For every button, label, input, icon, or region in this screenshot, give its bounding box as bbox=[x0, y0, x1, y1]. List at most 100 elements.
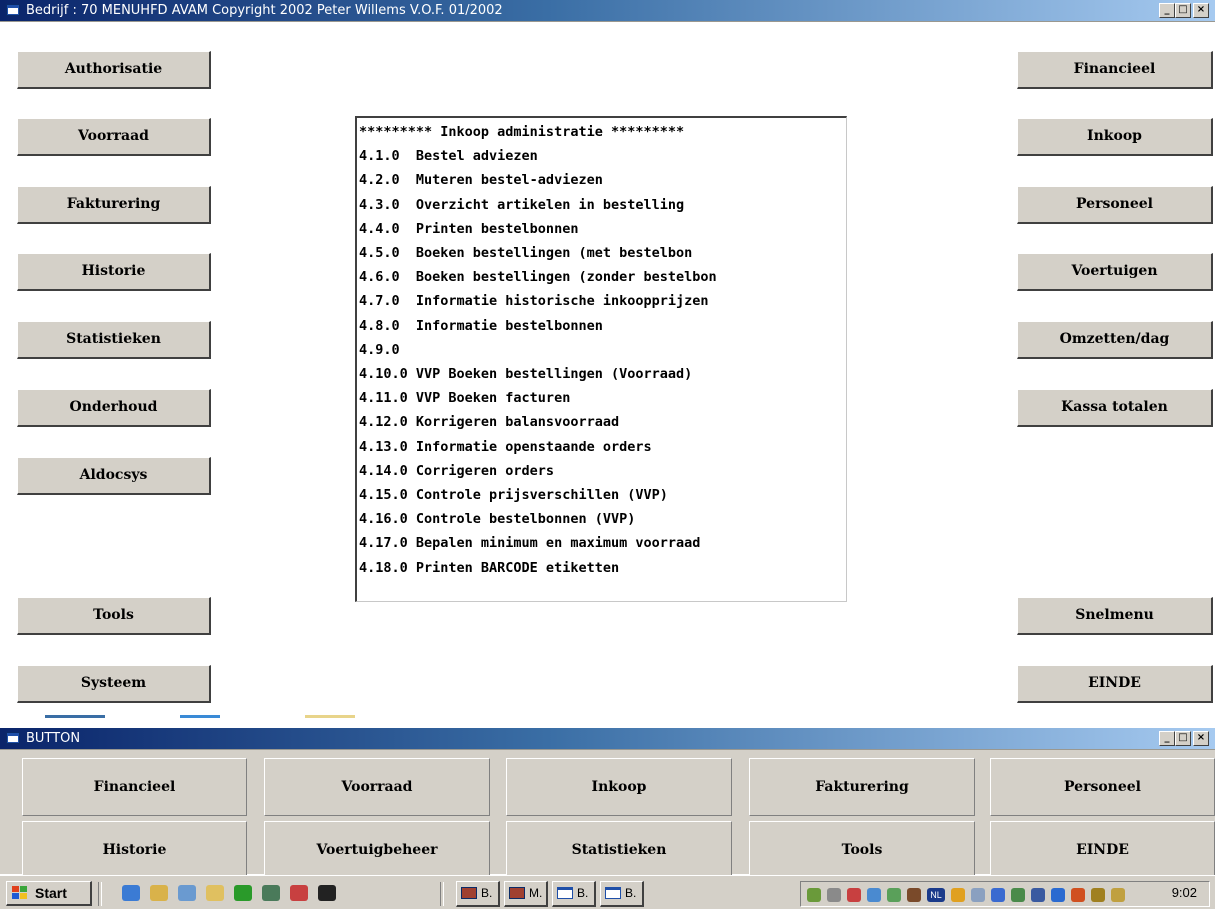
language-indicator[interactable]: NL bbox=[927, 888, 945, 902]
main-title-bar[interactable]: Bedrijf : 70 MENUHFD AVAM Copyright 2002… bbox=[0, 0, 1215, 22]
inkoop-quick-button[interactable]: Inkoop bbox=[506, 758, 732, 816]
tray-icon[interactable] bbox=[807, 888, 821, 902]
task-button-b3[interactable]: B. bbox=[600, 881, 644, 907]
task-button-b2[interactable]: B. bbox=[552, 881, 596, 907]
menu-item-4-5-0[interactable]: 4.5.0 Boeken bestellingen (met bestelbon bbox=[359, 241, 846, 265]
tray-icon[interactable] bbox=[887, 888, 901, 902]
menu-item-4-6-0[interactable]: 4.6.0 Boeken bestellingen (zonder bestel… bbox=[359, 265, 846, 289]
outlook-icon[interactable] bbox=[150, 885, 168, 901]
statistieken-button[interactable]: Statistieken bbox=[17, 321, 211, 359]
avam-task-icon bbox=[461, 887, 477, 899]
network-icon[interactable] bbox=[290, 885, 308, 901]
clock[interactable]: 9:02 bbox=[1172, 885, 1197, 900]
menu-item-4-14-0[interactable]: 4.14.0 Corrigeren orders bbox=[359, 459, 846, 483]
tray-icon[interactable] bbox=[1111, 888, 1125, 902]
button-window-minimize-button[interactable]: _ bbox=[1159, 731, 1175, 746]
window-icon bbox=[6, 4, 20, 16]
personeel-quick-button[interactable]: Personeel bbox=[990, 758, 1215, 816]
menu-item-4-11-0[interactable]: 4.11.0 VVP Boeken facturen bbox=[359, 386, 846, 410]
menu-item-4-9-0[interactable]: 4.9.0 bbox=[359, 338, 846, 362]
menu-item-4-12-0[interactable]: 4.12.0 Korrigeren balansvoorraad bbox=[359, 410, 846, 434]
tray-icon[interactable] bbox=[907, 888, 921, 902]
tray-icon[interactable] bbox=[1051, 888, 1065, 902]
historie-button[interactable]: Historie bbox=[17, 253, 211, 291]
system-tray: NL 9:02 bbox=[800, 881, 1210, 907]
menu-item-4-2-0[interactable]: 4.2.0 Muteren bestel-adviezen bbox=[359, 168, 846, 192]
snelmenu-button[interactable]: Snelmenu bbox=[1017, 597, 1213, 635]
inkoop-button[interactable]: Inkoop bbox=[1017, 118, 1213, 156]
systeem-button[interactable]: Systeem bbox=[17, 665, 211, 703]
avam-task-icon bbox=[509, 887, 525, 899]
close-button[interactable]: × bbox=[1193, 3, 1209, 18]
einde-quick-button[interactable]: EINDE bbox=[990, 821, 1215, 879]
window-task-icon bbox=[605, 887, 621, 899]
tray-icon[interactable] bbox=[1071, 888, 1085, 902]
search-icon[interactable] bbox=[206, 885, 224, 901]
button-window-title-bar[interactable]: BUTTON _ □ × bbox=[0, 728, 1215, 750]
minimize-button[interactable]: _ bbox=[1159, 3, 1175, 18]
kassa-totalen-button[interactable]: Kassa totalen bbox=[1017, 389, 1213, 427]
tools-quick-button[interactable]: Tools bbox=[749, 821, 975, 879]
menu-item-4-15-0[interactable]: 4.15.0 Controle prijsverschillen (VVP) bbox=[359, 483, 846, 507]
maximize-button[interactable]: □ bbox=[1175, 3, 1191, 18]
tray-icon[interactable] bbox=[991, 888, 1005, 902]
voorraad-button[interactable]: Voorraad bbox=[17, 118, 211, 156]
internet-explorer-icon[interactable] bbox=[122, 885, 140, 901]
financieel-quick-button[interactable]: Financieel bbox=[22, 758, 247, 816]
voertuigen-button[interactable]: Voertuigen bbox=[1017, 253, 1213, 291]
excel-icon[interactable] bbox=[262, 885, 280, 901]
statistieken-quick-button[interactable]: Statistieken bbox=[506, 821, 732, 879]
task-label: B. bbox=[481, 886, 493, 900]
menu-item-4-4-0[interactable]: 4.4.0 Printen bestelbonnen bbox=[359, 217, 846, 241]
fakturering-quick-button[interactable]: Fakturering bbox=[749, 758, 975, 816]
desktop-icon[interactable] bbox=[178, 885, 196, 901]
menu-item-4-3-0[interactable]: 4.3.0 Overzicht artikelen in bestelling bbox=[359, 193, 846, 217]
voertuigbeheer-quick-button[interactable]: Voertuigbeheer bbox=[264, 821, 490, 879]
tray-icon[interactable] bbox=[1011, 888, 1025, 902]
button-window-body: Financieel Voorraad Inkoop Fakturering P… bbox=[0, 750, 1215, 879]
button-window-maximize-button[interactable]: □ bbox=[1175, 731, 1191, 746]
authorisatie-button[interactable]: Authorisatie bbox=[17, 51, 211, 89]
task-button-b1[interactable]: B. bbox=[456, 881, 500, 907]
einde-button[interactable]: EINDE bbox=[1017, 665, 1213, 703]
app-green-icon[interactable] bbox=[234, 885, 252, 901]
tray-icon[interactable] bbox=[951, 888, 965, 902]
window-task-icon bbox=[557, 887, 573, 899]
voorraad-quick-button[interactable]: Voorraad bbox=[264, 758, 490, 816]
button-window-icon bbox=[6, 732, 20, 744]
personeel-button[interactable]: Personeel bbox=[1017, 186, 1213, 224]
tray-icon[interactable] bbox=[867, 888, 881, 902]
task-button-m[interactable]: M. bbox=[504, 881, 548, 907]
volume-icon[interactable] bbox=[827, 888, 841, 902]
menu-item-4-1-0[interactable]: 4.1.0 Bestel adviezen bbox=[359, 144, 846, 168]
historie-quick-button[interactable]: Historie bbox=[22, 821, 247, 879]
start-label: Start bbox=[35, 885, 67, 901]
menu-item-4-8-0[interactable]: 4.8.0 Informatie bestelbonnen bbox=[359, 314, 846, 338]
menu-item-4-17-0[interactable]: 4.17.0 Bepalen minimum en maximum voorra… bbox=[359, 531, 846, 555]
button-window-title: BUTTON bbox=[26, 731, 81, 746]
menu-item-4-10-0[interactable]: 4.10.0 VVP Boeken bestellingen (Voorraad… bbox=[359, 362, 846, 386]
menu-item-4-16-0[interactable]: 4.16.0 Controle bestelbonnen (VVP) bbox=[359, 507, 846, 531]
button-window-close-button[interactable]: × bbox=[1193, 731, 1209, 746]
menu-item-4-7-0[interactable]: 4.7.0 Informatie historische inkoopprijz… bbox=[359, 289, 846, 313]
command-prompt-icon[interactable] bbox=[318, 885, 336, 901]
onderhoud-button[interactable]: Onderhoud bbox=[17, 389, 211, 427]
tools-button[interactable]: Tools bbox=[17, 597, 211, 635]
inkoop-menu-list[interactable]: ********* Inkoop administratie *********… bbox=[355, 116, 847, 602]
taskbar-separator bbox=[440, 882, 444, 906]
tray-icon[interactable] bbox=[971, 888, 985, 902]
menu-item-4-18-0[interactable]: 4.18.0 Printen BARCODE etiketten bbox=[359, 556, 846, 580]
fakturering-button[interactable]: Fakturering bbox=[17, 186, 211, 224]
window-divider bbox=[0, 712, 1215, 728]
financieel-button[interactable]: Financieel bbox=[1017, 51, 1213, 89]
taskbar-separator bbox=[98, 882, 102, 906]
tray-icon[interactable] bbox=[1031, 888, 1045, 902]
menu-item-4-13-0[interactable]: 4.13.0 Informatie openstaande orders bbox=[359, 435, 846, 459]
start-button[interactable]: Start bbox=[6, 881, 92, 906]
tray-icon[interactable] bbox=[1091, 888, 1105, 902]
tray-icon[interactable] bbox=[847, 888, 861, 902]
main-window-title: Bedrijf : 70 MENUHFD AVAM Copyright 2002… bbox=[26, 3, 503, 18]
omzetten-dag-button[interactable]: Omzetten/dag bbox=[1017, 321, 1213, 359]
task-label: B. bbox=[577, 886, 589, 900]
aldocsys-button[interactable]: Aldocsys bbox=[17, 457, 211, 495]
